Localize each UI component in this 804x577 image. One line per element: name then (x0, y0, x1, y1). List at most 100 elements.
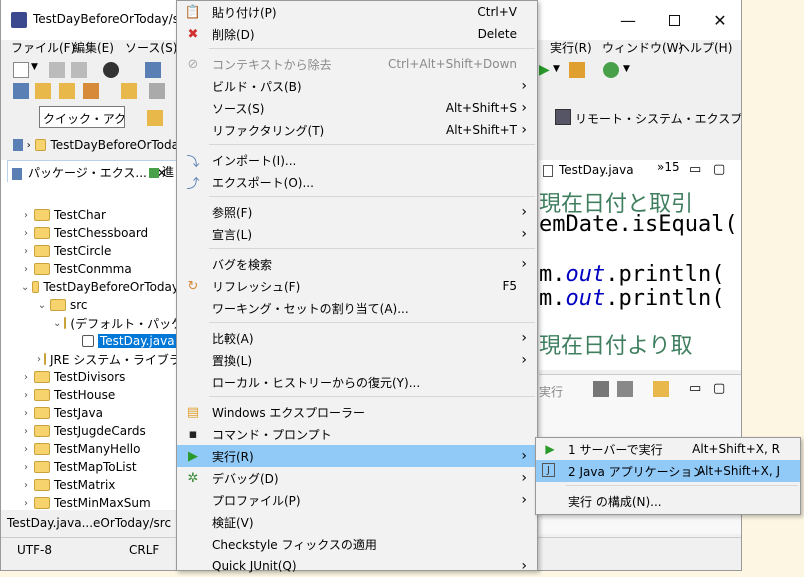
chevron-right-icon[interactable]: › (21, 228, 31, 239)
tree-item[interactable]: › TestJugdeCards (1, 422, 179, 440)
tree-item[interactable]: › TestConmma (1, 260, 179, 278)
chevron-right-icon[interactable]: › (21, 210, 31, 221)
tab-editor-testday[interactable]: TestDay.java (539, 160, 659, 182)
context-menu-item[interactable]: ワーキング・セットの割り当て(A)... (177, 297, 537, 319)
context-menu-item[interactable]: バグを検索 › (177, 253, 537, 275)
chevron-down-icon[interactable]: ▼ (623, 64, 630, 74)
tree-item[interactable]: ⌄ TestDayBeforeOrToday (1, 278, 179, 296)
menu-source[interactable]: ソース(S) (125, 39, 177, 56)
context-menu-item[interactable]: 検証(V) (177, 511, 537, 533)
search-icon[interactable] (83, 83, 99, 99)
console-pin-icon[interactable] (593, 381, 609, 397)
menu-run[interactable]: 実行(R) (550, 39, 592, 56)
context-menu-item[interactable]: ↻ リフレッシュ(F) F5 (177, 275, 537, 297)
open-type-icon[interactable] (35, 83, 51, 99)
save-all-icon[interactable] (71, 62, 87, 78)
chevron-right-icon[interactable]: › (21, 462, 31, 473)
perspective-icon[interactable] (147, 110, 163, 126)
new-project-icon[interactable] (13, 83, 29, 99)
chevron-right-icon[interactable]: › (21, 480, 31, 491)
context-menu-item[interactable]: 置換(L) › (177, 349, 537, 371)
chevron-right-icon[interactable]: › (21, 444, 31, 455)
gear-icon[interactable] (603, 62, 619, 78)
context-menu-item[interactable]: Quick JUnit(Q) › (177, 555, 537, 577)
tree-item[interactable]: › TestMapToList (1, 458, 179, 476)
maximize-view-icon[interactable]: ▢ (713, 162, 725, 177)
context-menu-item[interactable]: Checkstyle フィックスの適用 (177, 533, 537, 555)
quick-access-input[interactable]: クイック・アクセス (39, 106, 125, 128)
context-menu-item[interactable]: ビルド・パス(B) › (177, 75, 537, 97)
tree-item[interactable]: › TestMinMaxSum (1, 494, 179, 512)
context-menu-item[interactable]: ⤵ インポート(I)... (177, 149, 537, 171)
tree-item[interactable]: › TestJava (1, 404, 179, 422)
open-console-icon[interactable] (653, 381, 669, 397)
pin-icon[interactable] (149, 83, 165, 99)
external-tools-icon[interactable] (569, 62, 585, 78)
menu-separator (209, 196, 535, 197)
close-button[interactable]: ✕ (697, 0, 741, 40)
tree-item[interactable]: › JRE システム・ライブラ (1, 350, 181, 368)
chevron-right-icon[interactable]: › (21, 246, 31, 257)
profile-icon[interactable] (103, 62, 119, 78)
context-menu-item[interactable]: ▶ 実行(R) › (177, 445, 537, 467)
chevron-right-icon[interactable]: › (21, 264, 31, 275)
context-menu-item[interactable]: ローカル・ヒストリーからの復元(Y)... (177, 371, 537, 393)
tree-item[interactable]: › TestDivisors (1, 368, 179, 386)
tab-progress[interactable]: 進 (149, 163, 179, 181)
context-menu-item[interactable]: リファクタリング(T) Alt+Shift+T › (177, 119, 537, 141)
tree-item[interactable]: › TestMatrix (1, 476, 179, 494)
context-menu-item[interactable]: 参照(F) › (177, 201, 537, 223)
chevron-down-icon[interactable]: ⌄ (21, 282, 29, 293)
remote-explorer-perspective[interactable]: リモート・システム・エクスプローラー (575, 110, 741, 127)
tree-item[interactable]: TestDay.java (1, 332, 179, 350)
tree-item[interactable]: › TestChar (1, 206, 179, 224)
tree-item[interactable]: › TestCircle (1, 242, 179, 260)
chevron-right-icon[interactable]: › (21, 426, 31, 437)
chevron-down-icon[interactable]: ⌄ (37, 300, 47, 311)
context-menu-item[interactable]: ✲ デバッグ(D) › (177, 467, 537, 489)
tree-item[interactable]: ⌄ src (1, 296, 179, 314)
context-menu-item[interactable]: 比較(A) › (177, 327, 537, 349)
submenu-item[interactable]: ▶ 1 サーバーで実行 Alt+Shift+X, R (536, 438, 800, 460)
display-console-icon[interactable] (617, 381, 633, 397)
context-menu-item[interactable]: ▪ コマンド・プロンプト (177, 423, 537, 445)
minimize-view-icon[interactable]: ▭ (689, 381, 701, 396)
submenu-item[interactable]: 実行 の構成(N)... (536, 490, 800, 512)
chevron-down-icon[interactable]: ⌄ (53, 318, 61, 329)
save-icon[interactable] (49, 62, 65, 78)
menu-file[interactable]: ファイル(F) (11, 39, 75, 56)
tree-item[interactable]: › TestChessboard (1, 224, 179, 242)
chevron-right-icon[interactable]: › (21, 390, 31, 401)
chevron-right-icon[interactable]: › (37, 354, 41, 365)
remote-system-icon[interactable] (555, 109, 571, 125)
minimize-button[interactable]: — (605, 0, 651, 40)
maximize-button[interactable] (651, 0, 697, 40)
terminal-icon[interactable] (145, 62, 161, 78)
new-icon[interactable] (13, 62, 29, 78)
context-menu-item[interactable]: 宣言(L) › (177, 223, 537, 245)
breadcrumb-project[interactable]: TestDayBeforeOrToda (50, 138, 179, 152)
context-menu-item[interactable]: ▤ Windows エクスプローラー (177, 401, 537, 423)
menu-edit[interactable]: 編集(E) (73, 39, 114, 56)
context-menu-item[interactable]: プロファイル(P) › (177, 489, 537, 511)
tree-item[interactable]: › TestManyHello (1, 440, 179, 458)
menu-help[interactable]: ヘルプ(H) (678, 39, 732, 56)
chevron-right-icon[interactable]: › (21, 498, 31, 509)
chevron-right-icon[interactable]: › (21, 372, 31, 383)
context-menu-item[interactable]: ✖ 削除(D) Delete (177, 23, 537, 45)
open-folder-icon[interactable] (59, 83, 75, 99)
context-menu-item[interactable]: 📋 貼り付け(P) Ctrl+V (177, 1, 537, 23)
chevron-down-icon[interactable]: ▼ (31, 62, 38, 72)
chevron-right-icon[interactable]: › (21, 408, 31, 419)
menu-window[interactable]: ウィンドウ(W) (602, 39, 683, 56)
minimize-view-icon[interactable]: ▭ (689, 162, 701, 177)
maximize-view-icon[interactable]: ▢ (713, 381, 725, 396)
open-resource-icon[interactable] (121, 83, 137, 99)
tree-item[interactable]: › TestHouse (1, 386, 179, 404)
tree-item[interactable]: ⌄ (デフォルト・パッケ (1, 314, 183, 332)
context-menu-item[interactable]: ⤴ エクスポート(O)... (177, 171, 537, 193)
tab-overflow[interactable]: »15 (657, 160, 680, 174)
chevron-down-icon[interactable]: ▼ (553, 64, 560, 74)
submenu-item[interactable]: J 2 Java アプリケーション Alt+Shift+X, J (536, 460, 800, 482)
context-menu-item[interactable]: ソース(S) Alt+Shift+S › (177, 97, 537, 119)
